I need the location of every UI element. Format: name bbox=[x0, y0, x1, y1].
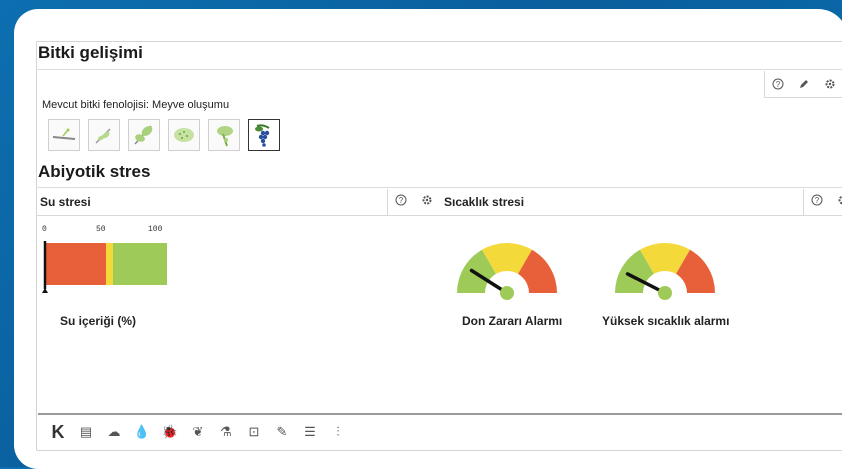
frame-icon[interactable]: ⊡ bbox=[240, 418, 268, 446]
sliders-icon[interactable]: ⫶ bbox=[324, 418, 352, 446]
gauge-hub bbox=[500, 286, 514, 300]
notes-icon[interactable]: ✎ bbox=[268, 418, 296, 446]
top-toolbar: ? bbox=[764, 71, 842, 98]
frost-alarm-caption: Don Zararı Alarmı bbox=[462, 314, 562, 328]
water-level-pointer bbox=[42, 288, 48, 293]
water-content-bar bbox=[40, 237, 170, 295]
water-stress-label: Su stresi bbox=[40, 195, 91, 209]
frost-alarm-gauge bbox=[454, 221, 560, 301]
drop-icon[interactable]: 💧 bbox=[128, 418, 156, 446]
settings-icon[interactable] bbox=[817, 73, 842, 95]
abiotic-title: Abiyotik stres bbox=[38, 162, 150, 182]
gauge-hub bbox=[658, 286, 672, 300]
bug-icon[interactable]: 🐞 bbox=[156, 418, 184, 446]
phenology-stages bbox=[48, 119, 280, 151]
leaf-sprout-icon[interactable] bbox=[88, 119, 120, 151]
water-bar-red-zone bbox=[44, 243, 106, 285]
flask-icon[interactable]: ⚗ bbox=[212, 418, 240, 446]
edit-icon[interactable] bbox=[791, 73, 817, 95]
phenology-label: Mevcut bitki fenolojisi: Meyve oluşumu bbox=[42, 99, 229, 111]
settings-icon[interactable] bbox=[830, 189, 842, 211]
heat-alarm-caption: Yüksek sıcaklık alarmı bbox=[602, 314, 729, 328]
scale-label-50: 50 bbox=[96, 225, 106, 234]
water-caption: Su içeriği (%) bbox=[60, 314, 136, 328]
grape-cluster-icon[interactable] bbox=[248, 119, 280, 151]
help-icon[interactable]: ? bbox=[765, 73, 791, 95]
water-stress-tools: ? bbox=[387, 189, 440, 215]
seedling-branch-icon[interactable] bbox=[48, 119, 80, 151]
divider bbox=[36, 69, 842, 70]
bunch-closure-icon[interactable] bbox=[208, 119, 240, 151]
water-stress-header: Su stresi ? bbox=[36, 189, 440, 216]
flowering-icon[interactable] bbox=[168, 119, 200, 151]
help-icon[interactable]: ? bbox=[388, 189, 414, 211]
leaves-icon[interactable] bbox=[128, 119, 160, 151]
settings-icon[interactable] bbox=[414, 189, 440, 211]
svg-text:?: ? bbox=[776, 80, 781, 89]
temperature-stress-label: Sıcaklık stresi bbox=[444, 195, 524, 209]
heat-alarm-gauge bbox=[612, 221, 718, 301]
scale-label-0: 0 bbox=[42, 225, 47, 234]
temperature-stress-header: Sıcaklık stresi ? bbox=[440, 189, 842, 216]
water-bar-green-zone bbox=[113, 243, 167, 285]
main-card: Bitki gelişimi ? Mevcut bitki fenolojisi… bbox=[14, 9, 842, 469]
water-bar-yellow-zone bbox=[106, 243, 113, 285]
page-title: Bitki gelişimi bbox=[38, 43, 143, 63]
svg-text:?: ? bbox=[815, 196, 820, 205]
divider bbox=[36, 187, 842, 188]
bottom-toolbar: K▤☁💧🐞❦⚗⊡✎☰⫶ bbox=[38, 413, 842, 449]
k-icon[interactable]: K bbox=[44, 418, 72, 446]
cloud-icon[interactable]: ☁ bbox=[100, 418, 128, 446]
scale-label-100: 100 bbox=[148, 225, 162, 234]
svg-text:?: ? bbox=[399, 196, 404, 205]
leaf-icon[interactable]: ❦ bbox=[184, 418, 212, 446]
list-icon[interactable]: ☰ bbox=[296, 418, 324, 446]
help-icon[interactable]: ? bbox=[804, 189, 830, 211]
document-icon[interactable]: ▤ bbox=[72, 418, 100, 446]
temperature-stress-tools: ? bbox=[803, 189, 842, 215]
